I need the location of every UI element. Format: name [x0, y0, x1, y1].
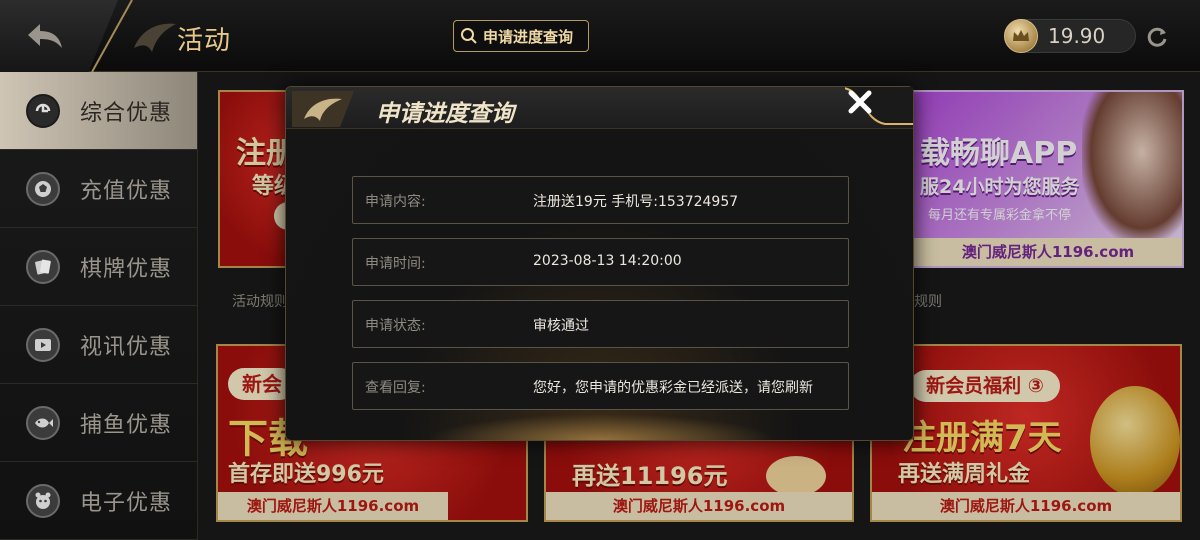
back-arrow-icon	[28, 24, 62, 48]
progress-query-label: 申请进度查询	[483, 27, 574, 46]
sidebar-item-recharge[interactable]: 充值优惠	[0, 150, 197, 228]
row-label: 申请内容:	[365, 194, 426, 210]
soccer-ball-icon	[26, 171, 60, 206]
search-icon	[461, 28, 477, 44]
sidebar-item-label: 视讯优惠	[80, 334, 173, 360]
sidebar-item-live-video[interactable]: 视讯优惠	[0, 306, 197, 384]
dialog-bottom-glow	[426, 414, 776, 440]
sidebar-item-label: 充值优惠	[80, 178, 173, 204]
info-row-content: 申请内容: 注册送19元 手机号:153724957	[352, 176, 849, 224]
game-character-icon	[26, 483, 60, 518]
row-label: 查看回复:	[365, 380, 426, 396]
info-row-time: 申请时间: 2023-08-13 14:20:00	[352, 238, 849, 286]
info-row-status: 申请状态: 审核通过	[352, 300, 849, 348]
wing-ornament-icon	[292, 91, 354, 127]
activity-screen: 活动 申请进度查询 19.90 综合优惠 充值优惠 棋牌优惠 视讯优惠 捕鱼优惠…	[0, 0, 1200, 540]
category-sidebar: 综合优惠 充值优惠 棋牌优惠 视讯优惠 捕鱼优惠 电子优惠	[0, 72, 198, 540]
sidebar-item-fishing[interactable]: 捕鱼优惠	[0, 384, 197, 462]
row-value: 审核通过	[533, 318, 589, 334]
row-label: 申请时间:	[365, 256, 426, 272]
row-value: 注册送19元 手机号:153724957	[533, 194, 739, 210]
sidebar-item-label: 棋牌优惠	[80, 256, 173, 282]
sidebar-item-electronic[interactable]: 电子优惠	[0, 462, 197, 540]
header-divider-ornament	[91, 0, 133, 72]
video-play-icon	[26, 327, 60, 362]
row-label: 申请状态:	[365, 318, 426, 334]
balance-value: 19.90	[1048, 24, 1106, 48]
progress-query-dialog: 申请进度查询 申请内容: 注册送19元 手机号:153724957 申请时间: …	[285, 86, 914, 441]
comprehensive-icon	[26, 93, 60, 128]
playing-cards-icon	[26, 249, 60, 284]
progress-query-button[interactable]: 申请进度查询	[453, 20, 589, 52]
sidebar-item-label: 捕鱼优惠	[80, 412, 173, 438]
fish-icon	[26, 405, 60, 440]
top-bar: 活动 申请进度查询 19.90	[0, 0, 1200, 72]
sidebar-item-label: 电子优惠	[80, 490, 173, 516]
info-row-reply: 查看回复: 您好，您申请的优惠彩金已经派送，请您刷新	[352, 362, 849, 410]
dialog-title: 申请进度查询	[376, 101, 514, 127]
row-value: 2023-08-13 14:20:00	[533, 253, 682, 269]
page-title: 活动	[177, 26, 232, 56]
sidebar-item-chess-cards[interactable]: 棋牌优惠	[0, 228, 197, 306]
dialog-close-button[interactable]	[845, 87, 913, 129]
crown-coin-icon	[1004, 19, 1038, 53]
row-value: 您好，您申请的优惠彩金已经派送，请您刷新	[533, 380, 813, 396]
sidebar-item-comprehensive[interactable]: 综合优惠	[0, 72, 197, 150]
sidebar-item-label: 综合优惠	[80, 100, 173, 126]
dialog-header: 申请进度查询	[286, 87, 913, 129]
wing-ornament-icon	[134, 23, 176, 52]
refresh-icon[interactable]	[1144, 24, 1170, 50]
close-icon	[848, 90, 872, 114]
